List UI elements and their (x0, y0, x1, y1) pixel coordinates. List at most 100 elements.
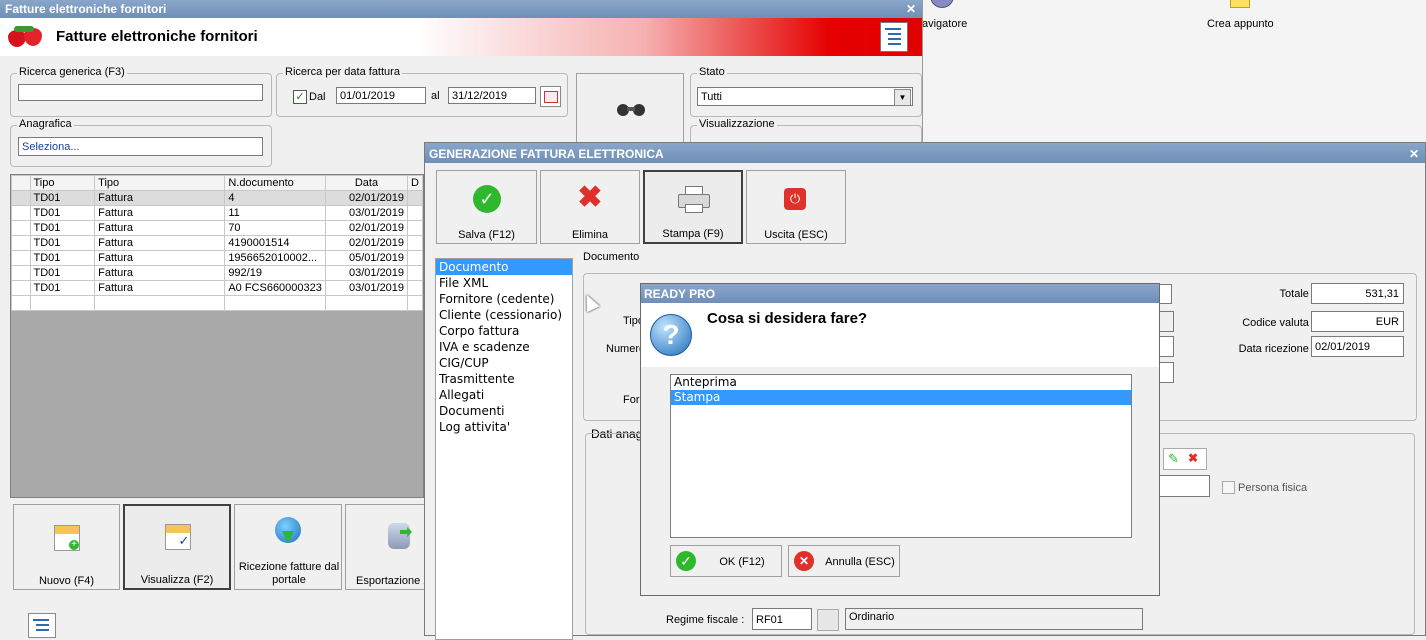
persona-fisica-checkbox[interactable] (1222, 481, 1235, 494)
annulla-button[interactable]: ✕ Annulla (ESC) (788, 545, 900, 577)
database-export-icon (388, 523, 412, 549)
invoice-grid: Tipo Tipo N.documento Data D TD01 Fattur… (10, 174, 424, 498)
question-icon: ? (650, 314, 692, 356)
regime-label: Regime fiscale : (666, 614, 745, 626)
nav-item-log-attivita[interactable]: Log attivita' (436, 419, 572, 435)
cell: 4190001514 (224, 235, 326, 251)
table-row[interactable]: TD01 Fattura 4 02/01/2019 (11, 190, 423, 206)
date-from-checkbox[interactable]: ✓ (293, 90, 307, 104)
table-row[interactable]: TD01 Fattura A0 FCS660000323 03/01/2019 (11, 280, 423, 296)
row-indicator (11, 205, 31, 221)
numero-field[interactable] (1158, 336, 1174, 357)
ricezione-field[interactable]: 02/01/2019 (1311, 336, 1404, 357)
ok-button[interactable]: ✓ OK (F12) (670, 545, 782, 577)
anag-field[interactable] (1158, 475, 1210, 497)
delete-icon[interactable]: ✖ (1188, 451, 1198, 465)
printer-icon (678, 186, 710, 213)
cell (407, 295, 423, 311)
lookup-button[interactable] (817, 609, 839, 631)
grid-header[interactable]: D (407, 175, 423, 191)
valuta-field[interactable]: EUR (1311, 311, 1404, 332)
row-indicator (11, 295, 31, 311)
list-icon[interactable] (28, 613, 56, 638)
stato-select[interactable]: Tutti ▼ (697, 87, 913, 106)
choice-anteprima[interactable]: Anteprima (671, 375, 1131, 390)
choice-stampa[interactable]: Stampa (671, 390, 1131, 405)
note-icon[interactable] (1230, 0, 1250, 8)
cell: 02/01/2019 (324, 235, 409, 251)
nav-item-fornitore[interactable]: Fornitore (cedente) (436, 291, 572, 307)
uscita-button[interactable]: ⏻ Uscita (ESC) (746, 170, 846, 244)
nav-item-documenti[interactable]: Documenti (436, 403, 572, 419)
header-title: Fatture elettroniche fornitori (56, 28, 258, 45)
pencil-icon[interactable]: ✎ (1168, 451, 1179, 467)
nav-item-corpo-fattura[interactable]: Corpo fattura (436, 323, 572, 339)
date-to-input[interactable]: 31/12/2019 (448, 87, 536, 104)
cell (224, 295, 326, 311)
table-row[interactable]: TD01 Fattura 11 03/01/2019 (11, 205, 423, 221)
chevron-down-icon[interactable]: ▼ (894, 89, 911, 106)
nav-item-trasmittente[interactable]: Trasmittente (436, 371, 572, 387)
search-button[interactable] (576, 73, 684, 151)
nav-item-cliente[interactable]: Cliente (cessionario) (436, 307, 572, 323)
table-row[interactable]: TD01 Fattura 70 02/01/2019 (11, 220, 423, 236)
date-search-label: Ricerca per data fattura (283, 66, 402, 78)
table-row[interactable]: TD01 Fattura 992/19 03/01/2019 (11, 265, 423, 281)
anagrafica-input[interactable]: Seleziona... (18, 137, 263, 156)
nav-item-allegati[interactable]: Allegati (436, 387, 572, 403)
esportazione-label: Esportazione X (356, 575, 425, 587)
close-icon[interactable]: ✕ (1409, 143, 1419, 165)
nuovo-label: Nuovo (F4) (38, 575, 95, 587)
nav-item-file-xml[interactable]: File XML (436, 275, 572, 291)
date-from-input[interactable]: 01/01/2019 (336, 87, 426, 104)
choice-list: Anteprima Stampa (670, 374, 1132, 538)
table-row[interactable]: TD01 Fattura 1956652010002... 05/01/2019 (11, 250, 423, 266)
salva-button[interactable]: ✓ Salva (F12) (436, 170, 537, 244)
regime-code-field[interactable]: RF01 (752, 608, 812, 630)
cell: 992/19 (224, 265, 326, 281)
row-indicator (11, 190, 31, 206)
ricezione-label: Data ricezione : (1238, 343, 1315, 355)
nuovo-button[interactable]: + Nuovo (F4) (13, 504, 120, 590)
nav-item-documento[interactable]: Documento (436, 259, 572, 275)
grid-header[interactable]: Data (324, 175, 409, 191)
gen-window-title: GENERAZIONE FATTURA ELETTRONICA (429, 147, 664, 161)
list-icon[interactable] (880, 22, 908, 52)
valuta-label: Codice valuta : (1242, 317, 1315, 329)
tipo-clear[interactable] (1158, 284, 1172, 304)
desktop-item-navigatore[interactable]: avigatore (922, 18, 967, 30)
search-input[interactable] (18, 84, 263, 101)
grid-header[interactable]: N.documento (224, 175, 326, 191)
cell: TD01 (29, 220, 96, 236)
cell: 70 (224, 220, 326, 236)
totale-field[interactable]: 531,31 (1311, 283, 1404, 304)
cell: 02/01/2019 (324, 190, 409, 206)
calendar-icon[interactable] (540, 86, 561, 107)
visualizza-button[interactable]: ✓ Visualizza (F2) (123, 504, 231, 590)
table-row[interactable] (11, 295, 423, 311)
annulla-label: Annulla (ESC) (825, 556, 895, 568)
nav-item-cig-cup[interactable]: CIG/CUP (436, 355, 572, 371)
grid-header[interactable]: Tipo (29, 175, 96, 191)
cell (407, 190, 423, 206)
elimina-button[interactable]: ✖ Elimina (540, 170, 640, 244)
cell: 4 (224, 190, 326, 206)
cell (407, 280, 423, 296)
data-field[interactable] (1158, 362, 1174, 383)
close-icon[interactable]: ✕ (906, 0, 916, 18)
table-row[interactable]: TD01 Fattura 4190001514 02/01/2019 (11, 235, 423, 251)
nav-item-iva-scadenze[interactable]: IVA e scadenze (436, 339, 572, 355)
grid-add-icon: + (54, 525, 80, 551)
cell: 03/01/2019 (324, 280, 409, 296)
stampa-button[interactable]: Stampa (F9) (643, 170, 743, 244)
tipo-field[interactable] (1158, 311, 1174, 332)
desktop-item-crea-appunto[interactable]: Crea appunto (1207, 18, 1274, 30)
salva-label: Salva (F12) (458, 229, 515, 241)
esportazione-button[interactable]: Esportazione X (345, 504, 425, 590)
navigator-icon[interactable] (930, 0, 954, 8)
section-nav-list: Documento File XML Fornitore (cedente) C… (435, 258, 573, 640)
grid-header[interactable]: Tipo (94, 175, 226, 191)
cell: Fattura (94, 190, 226, 206)
dialog-question: Cosa si desidera fare? (707, 310, 868, 327)
ricezione-button[interactable]: Ricezione fatture dal portale (234, 504, 342, 590)
